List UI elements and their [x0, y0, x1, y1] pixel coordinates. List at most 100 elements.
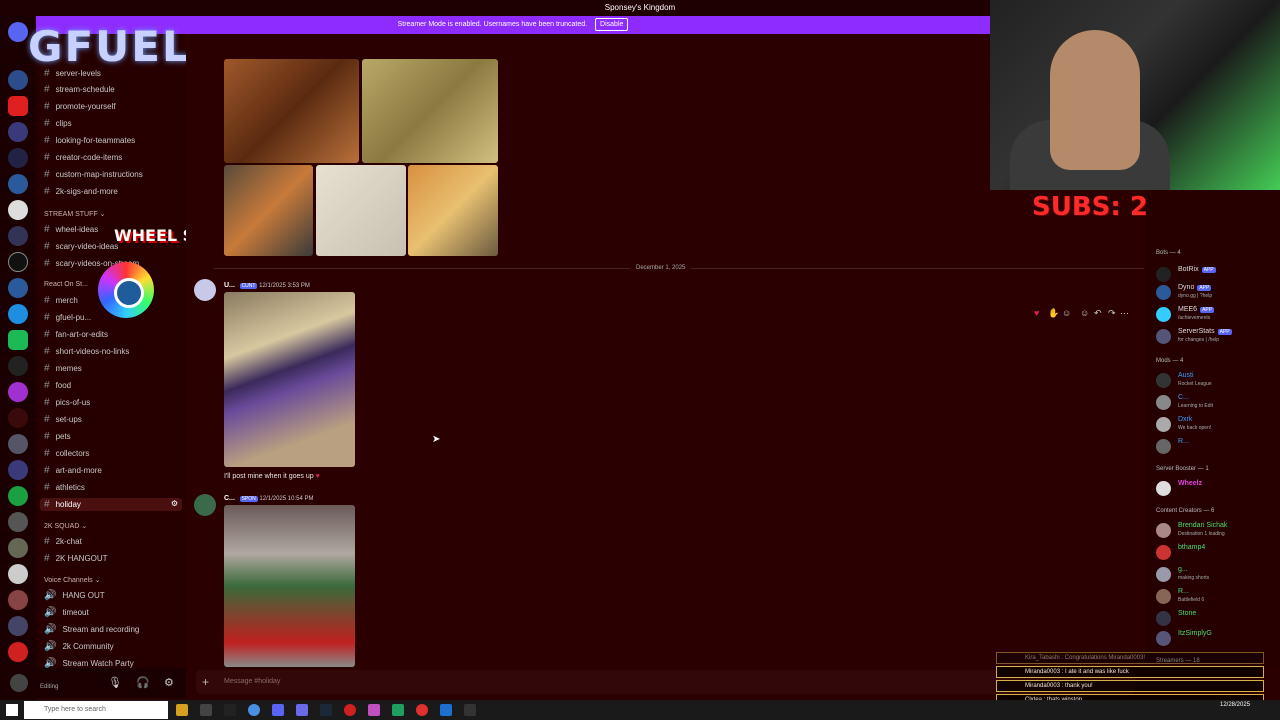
app-icon[interactable]: [440, 704, 452, 716]
taskbar-search-input[interactable]: Type here to search: [24, 701, 168, 719]
server-icon[interactable]: [8, 616, 28, 636]
hash-icon: #: [44, 152, 50, 163]
microphone-icon[interactable]: 🎙: [108, 676, 122, 689]
category-header[interactable]: Voice Channels ⌄: [44, 576, 100, 584]
channel-item[interactable]: # creator-code-items: [44, 152, 122, 163]
channel-item-active[interactable]: # holiday ⚙: [40, 498, 182, 511]
app-icon[interactable]: [224, 704, 236, 716]
server-icon[interactable]: [8, 148, 28, 168]
voice-channel[interactable]: 🔊 2k Community: [44, 641, 114, 652]
add-reaction-icon[interactable]: ☺: [1080, 308, 1089, 318]
christmas-tree-photo[interactable]: [224, 505, 355, 667]
channel-item[interactable]: # set-ups: [44, 414, 82, 425]
terminal-icon[interactable]: [464, 704, 476, 716]
channel-item[interactable]: # scary-video-ideas: [44, 241, 118, 252]
channel-item[interactable]: # short-videos-no-links: [44, 346, 129, 357]
server-icon[interactable]: [8, 408, 28, 428]
channel-item[interactable]: # clips: [44, 118, 72, 129]
channel-item[interactable]: # looking-for-teammates: [44, 135, 135, 146]
food-photo[interactable]: [316, 165, 406, 256]
christmas-tree-photo[interactable]: [224, 292, 355, 467]
voice-channel[interactable]: 🔊 Stream Watch Party: [44, 658, 134, 668]
category-header[interactable]: STREAM STUFF ⌄: [44, 210, 105, 218]
channel-item[interactable]: # memes: [44, 363, 82, 374]
food-photo[interactable]: [224, 165, 313, 256]
category-header[interactable]: 2K SQUAD ⌄: [44, 522, 87, 530]
opera-icon[interactable]: [344, 704, 356, 716]
channel-item[interactable]: # collectors: [44, 448, 89, 459]
server-icon[interactable]: [8, 330, 28, 350]
channel-item[interactable]: # athletics: [44, 482, 85, 493]
gear-icon[interactable]: ⚙: [164, 676, 174, 689]
disable-streamer-mode-button[interactable]: Disable: [595, 18, 629, 31]
channel-item[interactable]: # promote-yourself: [44, 101, 116, 112]
voice-channel[interactable]: 🔊 timeout: [44, 607, 89, 618]
server-icon[interactable]: [8, 564, 28, 584]
reply-icon[interactable]: ↶: [1094, 308, 1102, 319]
message-input[interactable]: + Message #holiday: [196, 670, 1136, 694]
server-icon[interactable]: [8, 304, 28, 324]
channel-item[interactable]: # custom-map-instructions: [44, 169, 143, 180]
discord-icon[interactable]: [272, 704, 284, 716]
avatar[interactable]: [194, 494, 216, 516]
avatar[interactable]: [194, 279, 216, 301]
app-icon[interactable]: [392, 704, 404, 716]
headphones-icon[interactable]: 🎧: [136, 676, 150, 689]
server-icon[interactable]: [8, 252, 28, 272]
channel-item[interactable]: # wheel-ideas: [44, 224, 98, 235]
server-icon[interactable]: [8, 174, 28, 194]
food-photo[interactable]: [408, 165, 498, 256]
server-icon[interactable]: [8, 226, 28, 246]
voice-channel[interactable]: 🔊 Stream and recording: [44, 624, 139, 635]
server-icon[interactable]: [8, 70, 28, 90]
app-icon[interactable]: [200, 704, 212, 716]
server-icon[interactable]: [8, 590, 28, 610]
channel-item[interactable]: # fan-art-or-edits: [44, 329, 108, 340]
author-name[interactable]: U...: [224, 282, 235, 289]
server-icon[interactable]: [8, 200, 28, 220]
server-icon[interactable]: [8, 382, 28, 402]
channel-item[interactable]: # gfuel-pu...: [44, 312, 91, 323]
food-photo[interactable]: [224, 59, 359, 163]
server-icon[interactable]: [8, 122, 28, 142]
server-icon[interactable]: [8, 434, 28, 454]
author-name[interactable]: C...: [224, 495, 235, 502]
emoji-reaction-icon[interactable]: ☺: [1062, 308, 1071, 318]
windows-start-icon[interactable]: [6, 704, 18, 716]
add-attachment-icon[interactable]: +: [202, 670, 209, 694]
channel-item[interactable]: #2k-chat: [44, 536, 82, 547]
heart-reaction-icon[interactable]: ♥: [1034, 308, 1039, 318]
channel-item[interactable]: # art-and-more: [44, 465, 102, 476]
category-header[interactable]: React On St...: [44, 281, 88, 288]
forward-icon[interactable]: ↷: [1108, 308, 1116, 319]
emoji-reaction-icon[interactable]: ✋: [1048, 308, 1059, 319]
server-icon[interactable]: [8, 486, 28, 506]
food-photo[interactable]: [362, 59, 498, 163]
steam-icon[interactable]: [320, 704, 332, 716]
app-icon[interactable]: [296, 704, 308, 716]
server-icon[interactable]: [8, 278, 28, 298]
server-icon[interactable]: [8, 512, 28, 532]
server-icon[interactable]: [8, 356, 28, 376]
settings-icon[interactable]: ⚙: [171, 499, 178, 508]
file-explorer-icon[interactable]: [176, 704, 188, 716]
channel-item[interactable]: #2k-sigs-and-more: [44, 186, 118, 197]
channel-item[interactable]: # food: [44, 380, 71, 391]
obs-icon[interactable]: [416, 704, 428, 716]
voice-channel[interactable]: 🔊 HANG OUT: [44, 590, 105, 601]
channel-item[interactable]: # pics-of-us: [44, 397, 90, 408]
channel-item[interactable]: # stream-schedule: [44, 84, 115, 95]
more-icon[interactable]: ⋯: [1120, 308, 1129, 319]
taskbar-clock[interactable]: 12/28/2025: [1220, 701, 1250, 710]
avatar[interactable]: [10, 674, 28, 692]
channel-item[interactable]: #2K HANGOUT: [44, 553, 108, 564]
server-icon[interactable]: [8, 642, 28, 662]
server-icon[interactable]: [8, 460, 28, 480]
server-icon[interactable]: [8, 96, 28, 116]
chrome-icon[interactable]: [248, 704, 260, 716]
home-icon[interactable]: [8, 22, 28, 42]
server-icon[interactable]: [8, 538, 28, 558]
channel-item[interactable]: # merch: [44, 295, 78, 306]
channel-item[interactable]: # pets: [44, 431, 71, 442]
app-icon[interactable]: [368, 704, 380, 716]
